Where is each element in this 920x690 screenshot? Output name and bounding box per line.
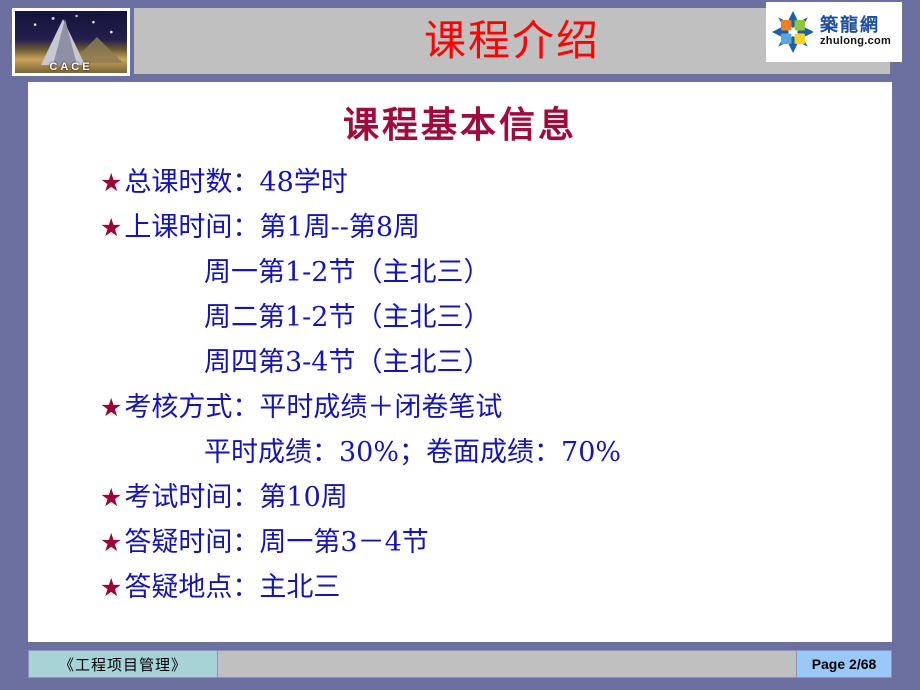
star-bullet-icon: ★ [100, 393, 123, 422]
zhulong-watermark: 築龍網 zhulong.com [766, 2, 902, 62]
list-item-label: 上课时间：第1周--第8周 [124, 212, 421, 243]
list-item-label: 总课时数：48学时 [124, 167, 348, 198]
star-bullet-icon: ★ [100, 168, 123, 197]
list-subitem: 周二第1-2节（主北三） [28, 295, 892, 340]
star-bullet-icon: ★ [100, 213, 123, 242]
list-item: ★ 总课时数：48学时 [28, 160, 892, 205]
cace-logo: CACE [12, 8, 130, 76]
zhulong-pinwheel-icon [770, 9, 816, 55]
list-item: ★ 考试时间：第10周 [28, 475, 892, 520]
content-heading: 课程基本信息 [342, 104, 577, 146]
zhulong-name-en: zhulong.com [820, 34, 892, 47]
slide-frame: CACE 课程介绍 築龍網 zhulong.com 课程基本信息 ★ 总课时数：… [0, 0, 920, 690]
footer-row: 《工程项目管理》 Page 2/68 [28, 650, 892, 678]
slide-content: 课程基本信息 ★ 总课时数：48学时 ★ 上课时间：第1周--第8周 周一第1-2节（主… [28, 82, 892, 642]
list-item: ★ 上课时间：第1周--第8周 [28, 205, 892, 250]
list-item-label: 答疑时间：周一第3－4节 [124, 527, 429, 558]
cace-logo-caption: CACE [49, 61, 93, 73]
slide-footer: 《工程项目管理》 Page 2/68 [0, 642, 920, 690]
list-item: ★ 答疑地点：主北三 [28, 565, 892, 610]
list-item: ★ 答疑时间：周一第3－4节 [28, 520, 892, 565]
bullet-list: ★ 总课时数：48学时 ★ 上课时间：第1周--第8周 周一第1-2节（主北三） 周二第1… [28, 160, 892, 610]
list-item-label: 考试时间：第10周 [124, 482, 348, 513]
star-bullet-icon: ★ [100, 573, 123, 602]
footer-spacer [218, 650, 796, 678]
list-item-label: 周一第1-2节（主北三） [204, 257, 491, 288]
list-item-label: 答疑地点：主北三 [124, 572, 341, 603]
list-item-label: 周二第1-2节（主北三） [204, 302, 491, 333]
slide-body-panel: 课程基本信息 ★ 总课时数：48学时 ★ 上课时间：第1周--第8周 周一第1-2节（主… [28, 82, 892, 642]
list-item-label: 考核方式：平时成绩＋闭卷笔试 [124, 392, 503, 423]
list-subitem: 周一第1-2节（主北三） [28, 250, 892, 295]
list-subitem: 周四第3-4节（主北三） [28, 340, 892, 385]
slide-header: CACE 课程介绍 築龍網 zhulong.com [0, 0, 920, 82]
pyramid-logo-icon: CACE [15, 11, 127, 73]
star-bullet-icon: ★ [100, 528, 123, 557]
footer-course-title: 《工程项目管理》 [28, 650, 218, 678]
zhulong-name-cn: 築龍網 [820, 14, 880, 36]
list-item-label: 周四第3-4节（主北三） [204, 347, 491, 378]
zhulong-wordmark: 築龍網 zhulong.com [820, 14, 892, 47]
footer-page-number: Page 2/68 [796, 650, 892, 678]
list-subitem: 平时成绩：30%；卷面成绩：70% [28, 430, 892, 475]
silver-pyramid-shadow-shape [53, 19, 77, 65]
slide-title: 课程介绍 [423, 16, 600, 65]
list-item-label: 平时成绩：30%；卷面成绩：70% [204, 437, 622, 468]
list-item: ★ 考核方式：平时成绩＋闭卷笔试 [28, 385, 892, 430]
star-bullet-icon: ★ [100, 483, 123, 512]
